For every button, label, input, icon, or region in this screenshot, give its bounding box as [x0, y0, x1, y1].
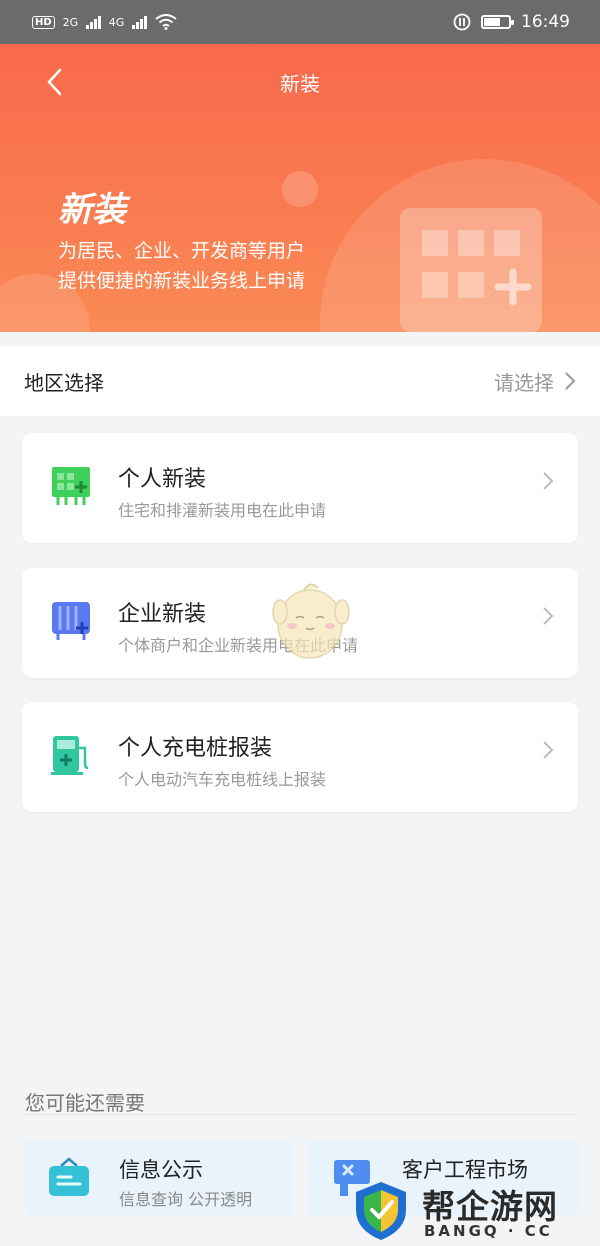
status-bar: HD 2G 4G 16:49 [0, 0, 600, 44]
hd-badge: HD [32, 15, 55, 29]
section-title-maybe-needed: 您可能还需要 [25, 1091, 145, 1115]
chevron-right-icon [565, 372, 576, 390]
service-desc: 住宅和排灌新装用电在此申请 [118, 501, 327, 520]
region-placeholder: 请选择 [494, 370, 554, 395]
network-4g-label: 4G [108, 15, 125, 29]
chevron-right-icon [543, 472, 554, 490]
notice-board-icon [49, 1157, 89, 1196]
service-desc: 个人电动汽车充电桩线上报装 [118, 770, 327, 789]
region-label: 地区选择 [24, 370, 104, 395]
status-right: 16:49 [453, 12, 570, 32]
hero-heading: 新装 [58, 190, 126, 230]
site-name: 帮企游网 [422, 1187, 558, 1226]
service-title: 个人充电桩报装 [118, 736, 273, 761]
mascot-watermark [272, 583, 350, 659]
signal-icon [86, 15, 101, 29]
hero-subtitle-line1: 为居民、企业、开发商等用户 [58, 240, 306, 262]
site-watermark: 帮企游网 BANGQ · CC [352, 1180, 600, 1246]
page-title: 新装 [280, 72, 320, 96]
green-panel-icon [52, 467, 90, 505]
quick-link-desc: 信息查询 公开透明 [119, 1190, 253, 1209]
charging-station-icon [51, 736, 89, 775]
clock: 16:49 [521, 12, 570, 32]
blue-building-icon [52, 602, 90, 640]
hero-meter-illustration [400, 208, 542, 332]
chevron-right-icon [543, 607, 554, 625]
service-title: 个人新装 [118, 467, 207, 492]
region-selector[interactable]: 地区选择 请选择 [0, 346, 600, 416]
service-card-charging-pile[interactable]: 个人充电桩报装 个人电动汽车充电桩线上报装 [22, 702, 578, 812]
divider [25, 1114, 578, 1115]
battery-icon [481, 15, 514, 29]
site-domain: BANGQ · CC [424, 1222, 553, 1240]
region-value: 请选择 [494, 367, 576, 396]
hero-subtitle-line2: 提供便捷的新装业务线上申请 [58, 270, 306, 292]
chevron-right-icon [543, 741, 554, 759]
quick-link-info-disclosure[interactable]: 信息公示 信息查询 公开透明 [25, 1140, 293, 1216]
service-title: 企业新装 [118, 602, 207, 627]
decor-circle-small [282, 171, 318, 207]
data-saver-icon [453, 13, 471, 31]
status-left: HD 2G 4G [32, 14, 177, 30]
quick-link-title: 信息公示 [119, 1158, 203, 1182]
signal-icon-2 [132, 15, 147, 29]
service-card-personal[interactable]: 个人新装 住宅和排灌新装用电在此申请 [22, 433, 578, 543]
hero-subtitle: 为居民、企业、开发商等用户 提供便捷的新装业务线上申请 [58, 236, 305, 296]
network-2g-label: 2G [62, 15, 79, 29]
wifi-icon [155, 14, 177, 30]
hero-banner: 新装 新装 为居民、企业、开发商等用户 提供便捷的新装业务线上申请 [0, 44, 600, 332]
plus-icon [494, 268, 532, 306]
shield-logo-icon [356, 1182, 406, 1240]
